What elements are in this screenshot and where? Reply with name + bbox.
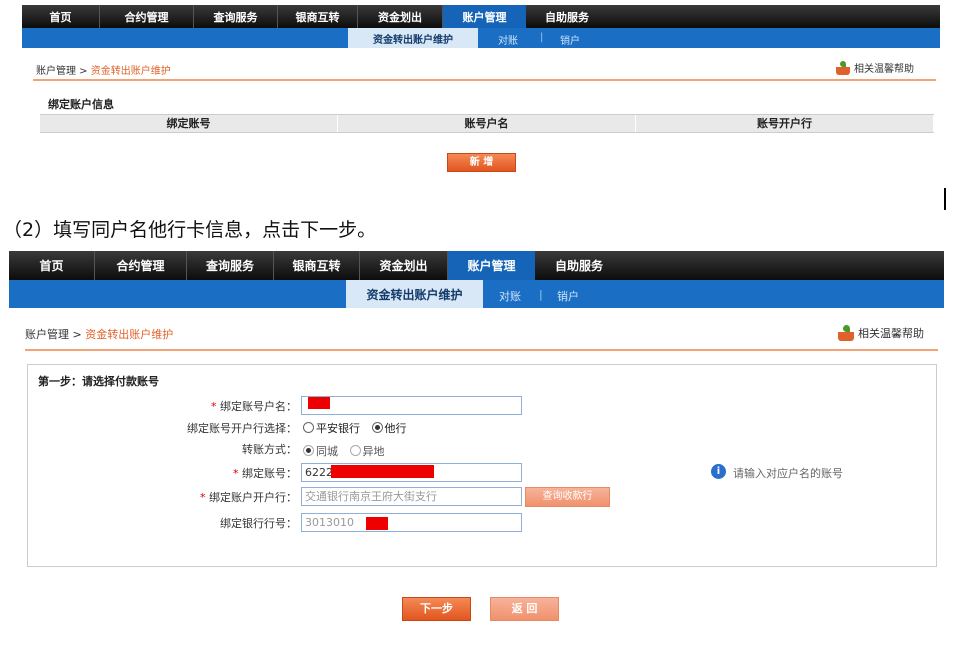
- divider-1: [33, 79, 936, 81]
- sub-nav-1: 资金转出账户维护 对账 | 销户: [22, 28, 940, 48]
- bank-code-input[interactable]: 3013010: [301, 513, 522, 532]
- nav-bank-transfer[interactable]: 银商互转: [278, 5, 358, 28]
- nav-funds-out[interactable]: 资金划出: [358, 5, 443, 28]
- nav-query[interactable]: 查询服务: [194, 5, 278, 28]
- query-bank-button[interactable]: 查询收款行: [525, 487, 610, 507]
- account-name-label: * 绑定账号户名：: [211, 400, 297, 413]
- nav-query[interactable]: 查询服务: [187, 251, 274, 280]
- breadcrumb-root[interactable]: 账户管理 >: [25, 328, 82, 341]
- breadcrumb-current: 资金转出账户维护: [90, 66, 171, 77]
- subnav-close-account[interactable]: 销户: [557, 288, 579, 304]
- breadcrumb-1: 账户管理 > 资金转出账户维护: [36, 62, 171, 77]
- subnav-sep: |: [539, 288, 543, 301]
- nav-home[interactable]: 首页: [22, 5, 100, 28]
- bank-select-label: 绑定账号开户行选择：: [187, 422, 297, 435]
- radio-pingan[interactable]: 平安银行: [303, 422, 360, 435]
- radio-same-city[interactable]: 同城: [303, 445, 338, 458]
- back-button[interactable]: 返 回: [490, 597, 559, 621]
- subnav-current[interactable]: 资金转出账户维护: [348, 28, 478, 48]
- radio-circle: [303, 422, 314, 433]
- col-account-no: 绑定账号: [40, 115, 338, 132]
- add-button[interactable]: 新 增: [447, 153, 516, 172]
- nav-bank-transfer[interactable]: 银商互转: [274, 251, 360, 280]
- step-title: 第一步：请选择付款账号: [38, 375, 159, 388]
- radio-other-city[interactable]: 异地: [349, 445, 385, 458]
- bank-radio-group: 平安银行 他行: [303, 420, 407, 436]
- nav-contract[interactable]: 合约管理: [100, 5, 194, 28]
- redaction-mark: [331, 465, 434, 478]
- transfer-mode-label: 转账方式：: [242, 443, 297, 456]
- help-link-2[interactable]: 相关温馨帮助: [838, 325, 924, 341]
- plant-icon: [838, 325, 854, 341]
- top-nav-1: 首页 合约管理 查询服务 银商互转 资金划出 账户管理 自助服务: [22, 5, 940, 28]
- nav-funds-out[interactable]: 资金划出: [360, 251, 448, 280]
- open-bank-input[interactable]: 交通银行南京王府大街支行: [301, 487, 522, 506]
- nav-contract[interactable]: 合约管理: [95, 251, 187, 280]
- radio-other-bank[interactable]: 他行: [371, 422, 407, 435]
- account-name-input[interactable]: [301, 396, 522, 415]
- account-no-label: * 绑定账号：: [233, 467, 297, 480]
- mode-radio-group: 同城 异地: [303, 443, 385, 459]
- info-icon: i: [711, 464, 726, 479]
- redaction-mark: [308, 397, 330, 409]
- nav-self-service[interactable]: 自助服务: [535, 251, 623, 280]
- hint-text: 请输入对应户名的账号: [733, 467, 843, 480]
- open-bank-label: * 绑定账户开户行：: [200, 491, 297, 504]
- help-link-1[interactable]: 相关温馨帮助: [836, 60, 914, 75]
- breadcrumb-root[interactable]: 账户管理 >: [36, 66, 88, 77]
- breadcrumb-2: 账户管理 > 资金转出账户维护: [25, 326, 173, 342]
- instruction-text: （2）填写同户名他行卡信息，点击下一步。: [3, 219, 377, 241]
- nav-self-service[interactable]: 自助服务: [526, 5, 608, 28]
- plant-icon: [836, 60, 850, 75]
- col-account-name: 账号户名: [338, 115, 636, 132]
- radio-circle: [349, 445, 361, 456]
- top-nav-2: 首页 合约管理 查询服务 银商互转 资金划出 账户管理 自助服务: [9, 251, 944, 280]
- help-label: 相关温馨帮助: [858, 327, 924, 340]
- subnav-current[interactable]: 资金转出账户维护: [346, 280, 483, 308]
- subnav-reconcile[interactable]: 对账: [498, 32, 518, 47]
- radio-circle: [303, 445, 314, 456]
- radio-circle: [371, 422, 383, 433]
- table-header: 绑定账号 账号户名 账号开户行: [40, 114, 934, 133]
- subnav-sep: |: [540, 32, 544, 43]
- help-label: 相关温馨帮助: [854, 64, 914, 75]
- bank-code-label: 绑定银行行号：: [220, 517, 297, 530]
- divider-2: [25, 349, 938, 351]
- nav-account[interactable]: 账户管理: [443, 5, 526, 28]
- text-cursor: [944, 188, 946, 210]
- nav-account[interactable]: 账户管理: [448, 251, 535, 280]
- subnav-reconcile[interactable]: 对账: [499, 288, 521, 304]
- nav-home[interactable]: 首页: [9, 251, 95, 280]
- subnav-close-account[interactable]: 销户: [560, 32, 580, 47]
- col-open-bank: 账号开户行: [636, 115, 934, 132]
- breadcrumb-current: 资金转出账户维护: [85, 328, 174, 341]
- redaction-mark: [366, 517, 388, 530]
- sub-nav-2: 资金转出账户维护 对账 | 销户: [9, 280, 944, 308]
- next-step-button[interactable]: 下一步: [402, 597, 471, 621]
- section-title: 绑定账户信息: [48, 98, 114, 111]
